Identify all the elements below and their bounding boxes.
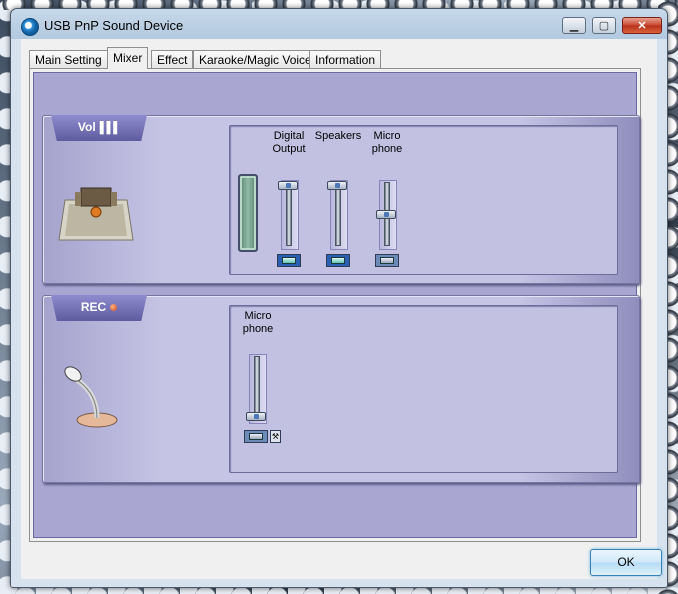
ok-button[interactable]: OK bbox=[590, 549, 662, 576]
rec-microphone-slider-track[interactable] bbox=[254, 356, 260, 420]
rec-microphone-advanced-icon[interactable]: ⚒ bbox=[270, 430, 281, 443]
microphone-device-icon bbox=[64, 366, 118, 428]
dialog-client: Main Setting Mixer Effect Karaoke/Magic … bbox=[21, 39, 662, 579]
microphone-slider-thumb[interactable] bbox=[376, 210, 396, 219]
channel-label-line1: Speakers bbox=[314, 130, 362, 142]
title-bar[interactable]: USB PnP Sound Device ▁ ▢ ✕ bbox=[11, 9, 667, 39]
tab-information[interactable]: Information bbox=[309, 50, 382, 68]
speakers-slider-thumb[interactable] bbox=[327, 181, 347, 190]
recording-tag-label: REC bbox=[80, 300, 107, 314]
microphone-mute-button[interactable] bbox=[375, 254, 399, 267]
channel-label-line1: Micro bbox=[244, 310, 272, 322]
channel-label-line2: Output bbox=[272, 143, 306, 155]
window-title: USB PnP Sound Device bbox=[44, 18, 184, 33]
digital-output-mute-button[interactable] bbox=[277, 254, 301, 267]
speaker-device-icon bbox=[58, 187, 134, 241]
speakers-slider-track[interactable] bbox=[335, 182, 341, 246]
channel-label-speakers: Speakers bbox=[310, 130, 366, 143]
speakers-mute-button[interactable] bbox=[326, 254, 350, 267]
playback-tag: Vol ▌▌▌ bbox=[51, 115, 147, 141]
tab-mixer[interactable]: Mixer bbox=[107, 47, 149, 69]
channel-label-line1: Digital bbox=[273, 130, 305, 142]
channel-label-line1: Micro bbox=[373, 130, 401, 142]
rec-microphone-slider-thumb[interactable] bbox=[246, 412, 266, 421]
mixer-tab-panel: Vol ▌▌▌ Digital Output Speakers Micro ph… bbox=[29, 68, 641, 542]
channel-label-digital-output: Digital Output bbox=[261, 130, 317, 156]
playback-channels-panel: Digital Output Speakers Micro phone bbox=[229, 125, 618, 275]
volume-bars-icon: ▌▌▌ bbox=[99, 122, 121, 134]
tab-karaoke-magic-voice[interactable]: Karaoke/Magic Voice bbox=[193, 50, 318, 68]
tab-effect[interactable]: Effect bbox=[151, 50, 194, 68]
record-dot-icon bbox=[110, 304, 118, 311]
channel-label-microphone: Micro phone bbox=[359, 130, 415, 156]
app-icon bbox=[21, 18, 39, 36]
mixer-background: Vol ▌▌▌ Digital Output Speakers Micro ph… bbox=[33, 72, 640, 538]
channel-label-rec-microphone: Micro phone bbox=[230, 310, 286, 336]
sound-device-window: USB PnP Sound Device ▁ ▢ ✕ Main Setting … bbox=[10, 8, 668, 588]
tab-main-setting[interactable]: Main Setting bbox=[29, 50, 108, 68]
digital-output-slider-track[interactable] bbox=[286, 182, 292, 246]
peak-level-meter bbox=[238, 174, 258, 252]
digital-output-slider-thumb[interactable] bbox=[278, 181, 298, 190]
maximize-button[interactable]: ▢ bbox=[592, 17, 616, 34]
minimize-button[interactable]: ▁ bbox=[562, 17, 586, 34]
channel-label-line2: phone bbox=[242, 323, 274, 335]
playback-tag-label: Vol bbox=[77, 120, 96, 134]
recording-section: REC Micro phone ⚒ bbox=[42, 295, 640, 483]
rec-microphone-mute-button[interactable] bbox=[244, 430, 268, 443]
recording-tag: REC bbox=[51, 295, 147, 321]
close-button[interactable]: ✕ bbox=[622, 17, 662, 34]
channel-label-line2: phone bbox=[371, 143, 403, 155]
recording-channels-panel: Micro phone ⚒ bbox=[229, 305, 618, 473]
playback-section: Vol ▌▌▌ Digital Output Speakers Micro ph… bbox=[42, 115, 640, 284]
